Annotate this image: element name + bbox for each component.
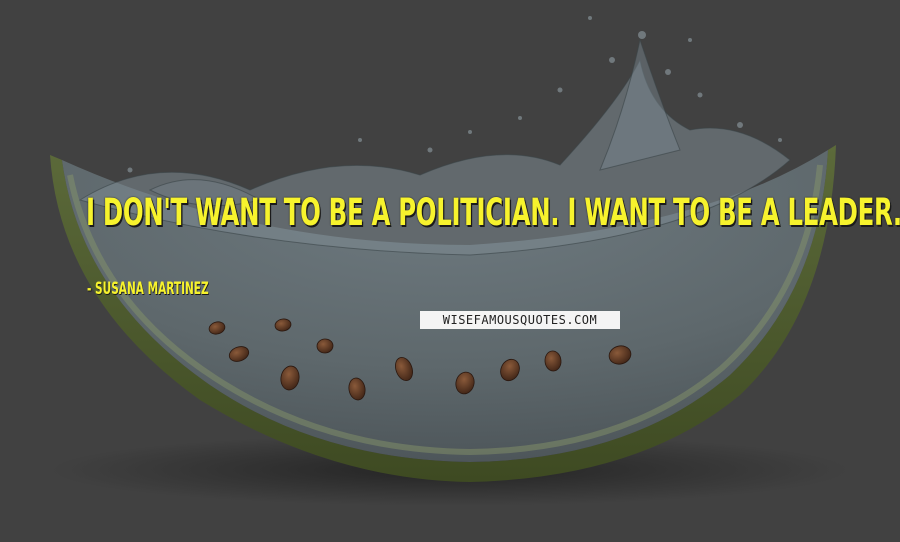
site-watermark: WISEFAMOUSQUOTES.COM (420, 311, 620, 329)
quote-author: - Susana Martinez (87, 279, 209, 299)
quote-card: I don't want to be a politician. I want … (0, 0, 900, 542)
watermelon-splash-image (50, 16, 850, 506)
quote-text: I don't want to be a politician. I want … (86, 191, 900, 234)
